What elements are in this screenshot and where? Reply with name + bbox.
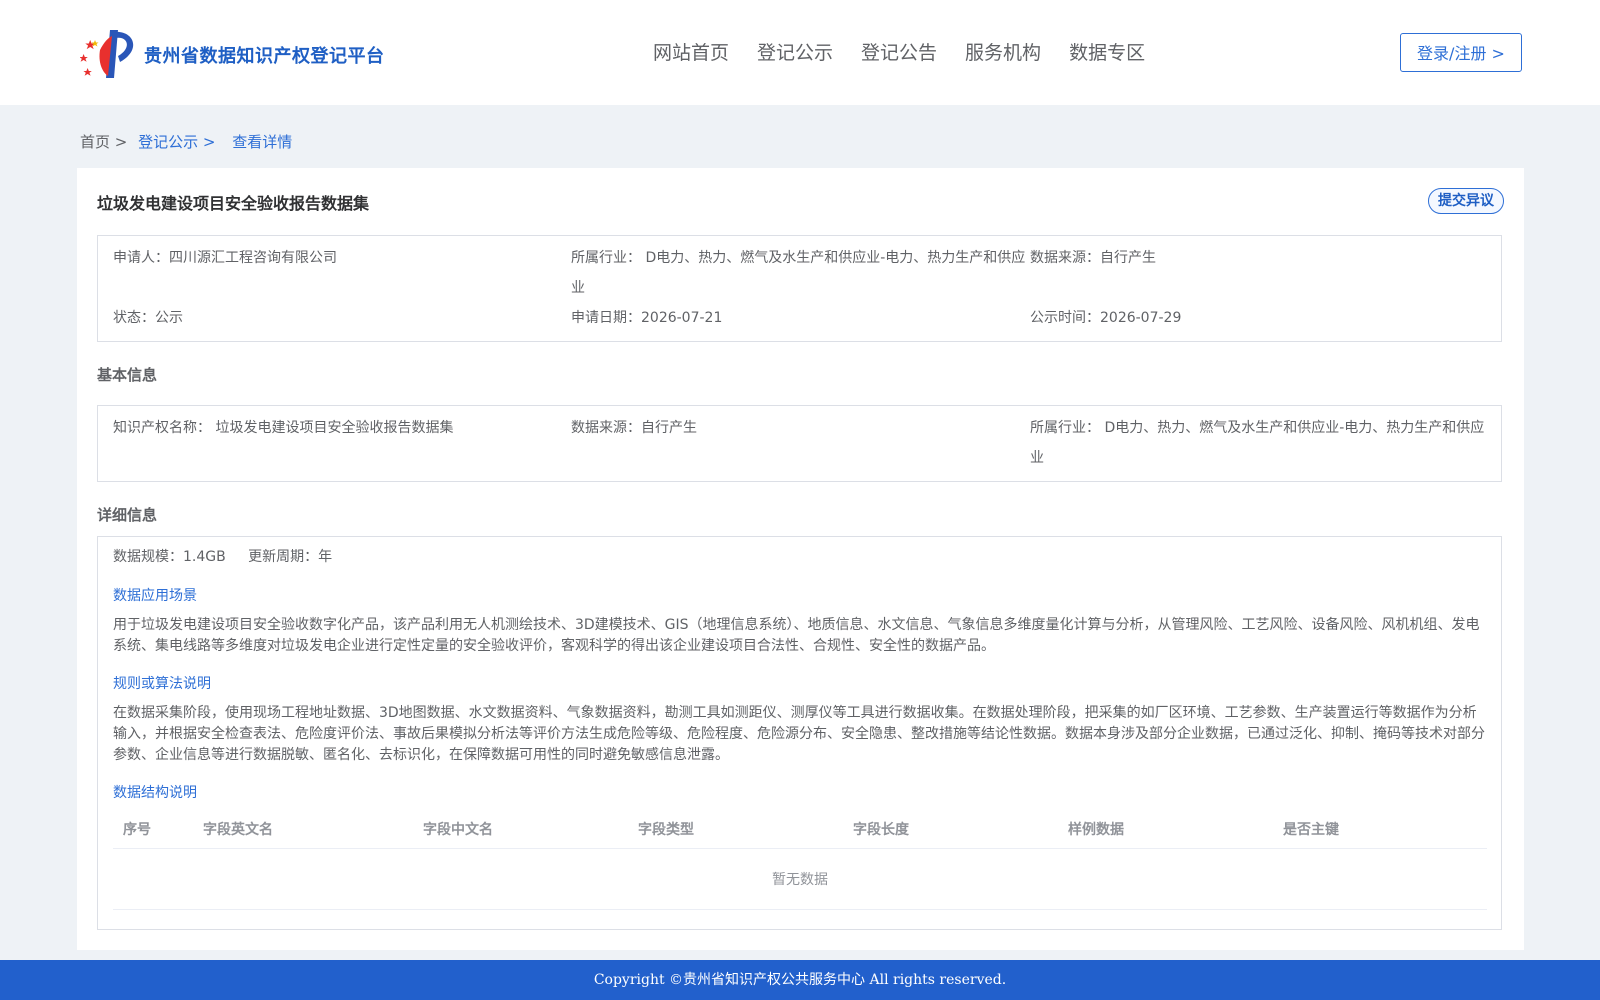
data-structure-label: 数据结构说明 [113,785,197,801]
empty-table-message: 暂无数据 [113,848,1487,910]
table-header-row: 序号 字段英文名 字段中文名 字段类型 字段长度 样例数据 是否主键 [113,810,1487,849]
data-source-field: 数据来源：自行产生 [1030,250,1156,266]
algorithm-text: 在数据采集阶段，使用现场工程地址数据、3D地图数据、水文数据资料、气象数据资料，… [113,705,1485,763]
col-header-primary-key: 是否主键 [1273,810,1487,849]
col-header-length: 字段长度 [843,810,1058,849]
breadcrumb-publicity[interactable]: 登记公示 > [138,133,215,151]
application-scene-label: 数据应用场景 [113,588,197,604]
detail-info-panel: 数据规模：1.4GB 更新周期：年 数据应用场景 用于垃圾发电建设项目安全验收数… [97,536,1502,930]
application-scene-text: 用于垃圾发电建设项目安全验收数字化产品，该产品利用无人机测绘技术、3D建模技术、… [113,617,1480,654]
top-header: 贵州省数据知识产权登记平台 网站首页 登记公示 登记公告 服务机构 数据专区 登… [0,0,1600,105]
basic-info-panel: 知识产权名称： 垃圾发电建设项目安全验收报告数据集 数据来源：自行产生 所属行业… [97,405,1502,482]
table-row: 暂无数据 [113,848,1487,910]
detail-info-heading: 详细信息 [97,506,158,524]
apply-date-field: 申请日期：2026-07-21 [571,310,723,326]
scale-cycle-row: 数据规模：1.4GB 更新周期：年 [113,542,332,572]
basic-info-heading: 基本信息 [97,366,158,384]
breadcrumb-current: 查看详情 [232,133,293,151]
data-scale: 数据规模：1.4GB [113,549,226,565]
breadcrumb: 首页 > 登记公示 > 查看详情 [80,131,298,152]
site-title: 贵州省数据知识产权登记平台 [144,46,385,67]
nav-service-agencies[interactable]: 服务机构 [965,38,1041,65]
col-header-chinese-name: 字段中文名 [413,810,628,849]
basic-industry-field: 所属行业： D电力、热力、燃气及水生产和供应业-电力、热力生产和供应业 [1030,420,1485,466]
update-cycle: 更新周期：年 [248,549,333,565]
summary-panel: 申请人：四川源汇工程咨询有限公司 所属行业： D电力、热力、燃气及水生产和供应业… [97,235,1502,342]
col-header-english-name: 字段英文名 [193,810,413,849]
nav-registration-announcement[interactable]: 登记公告 [861,38,937,65]
col-header-type: 字段类型 [628,810,843,849]
platform-logo-icon[interactable] [80,28,138,80]
page-title: 垃圾发电建设项目安全验收报告数据集 [97,194,370,213]
ip-name-field: 知识产权名称： 垃圾发电建设项目安全验收报告数据集 [113,420,454,436]
applicant-field: 申请人：四川源汇工程咨询有限公司 [113,250,337,266]
industry-field: 所属行业： D电力、热力、燃气及水生产和供应业-电力、热力生产和供应业 [571,250,1026,296]
nav-data-zone[interactable]: 数据专区 [1069,38,1145,65]
main-nav: 网站首页 登记公示 登记公告 服务机构 数据专区 [653,38,1173,65]
status-field: 状态：公示 [113,310,183,326]
breadcrumb-home[interactable]: 首页 > [80,133,127,151]
data-structure-table: 序号 字段英文名 字段中文名 字段类型 字段长度 样例数据 是否主键 暂无数据 [113,810,1487,910]
basic-data-source-field: 数据来源：自行产生 [571,420,697,436]
col-header-index: 序号 [113,810,193,849]
submit-objection-button[interactable]: 提交异议 [1428,188,1504,214]
login-register-button[interactable]: 登录/注册 > [1400,33,1522,72]
nav-registration-publicity[interactable]: 登记公示 [757,38,833,65]
nav-home[interactable]: 网站首页 [653,38,729,65]
publish-date-field: 公示时间：2026-07-29 [1030,310,1182,326]
col-header-sample: 样例数据 [1058,810,1273,849]
footer: Copyright ©贵州省知识产权公共服务中心 All rights rese… [0,960,1600,1000]
algorithm-label: 规则或算法说明 [113,676,211,692]
detail-card: 垃圾发电建设项目安全验收报告数据集 提交异议 申请人：四川源汇工程咨询有限公司 … [77,168,1524,950]
